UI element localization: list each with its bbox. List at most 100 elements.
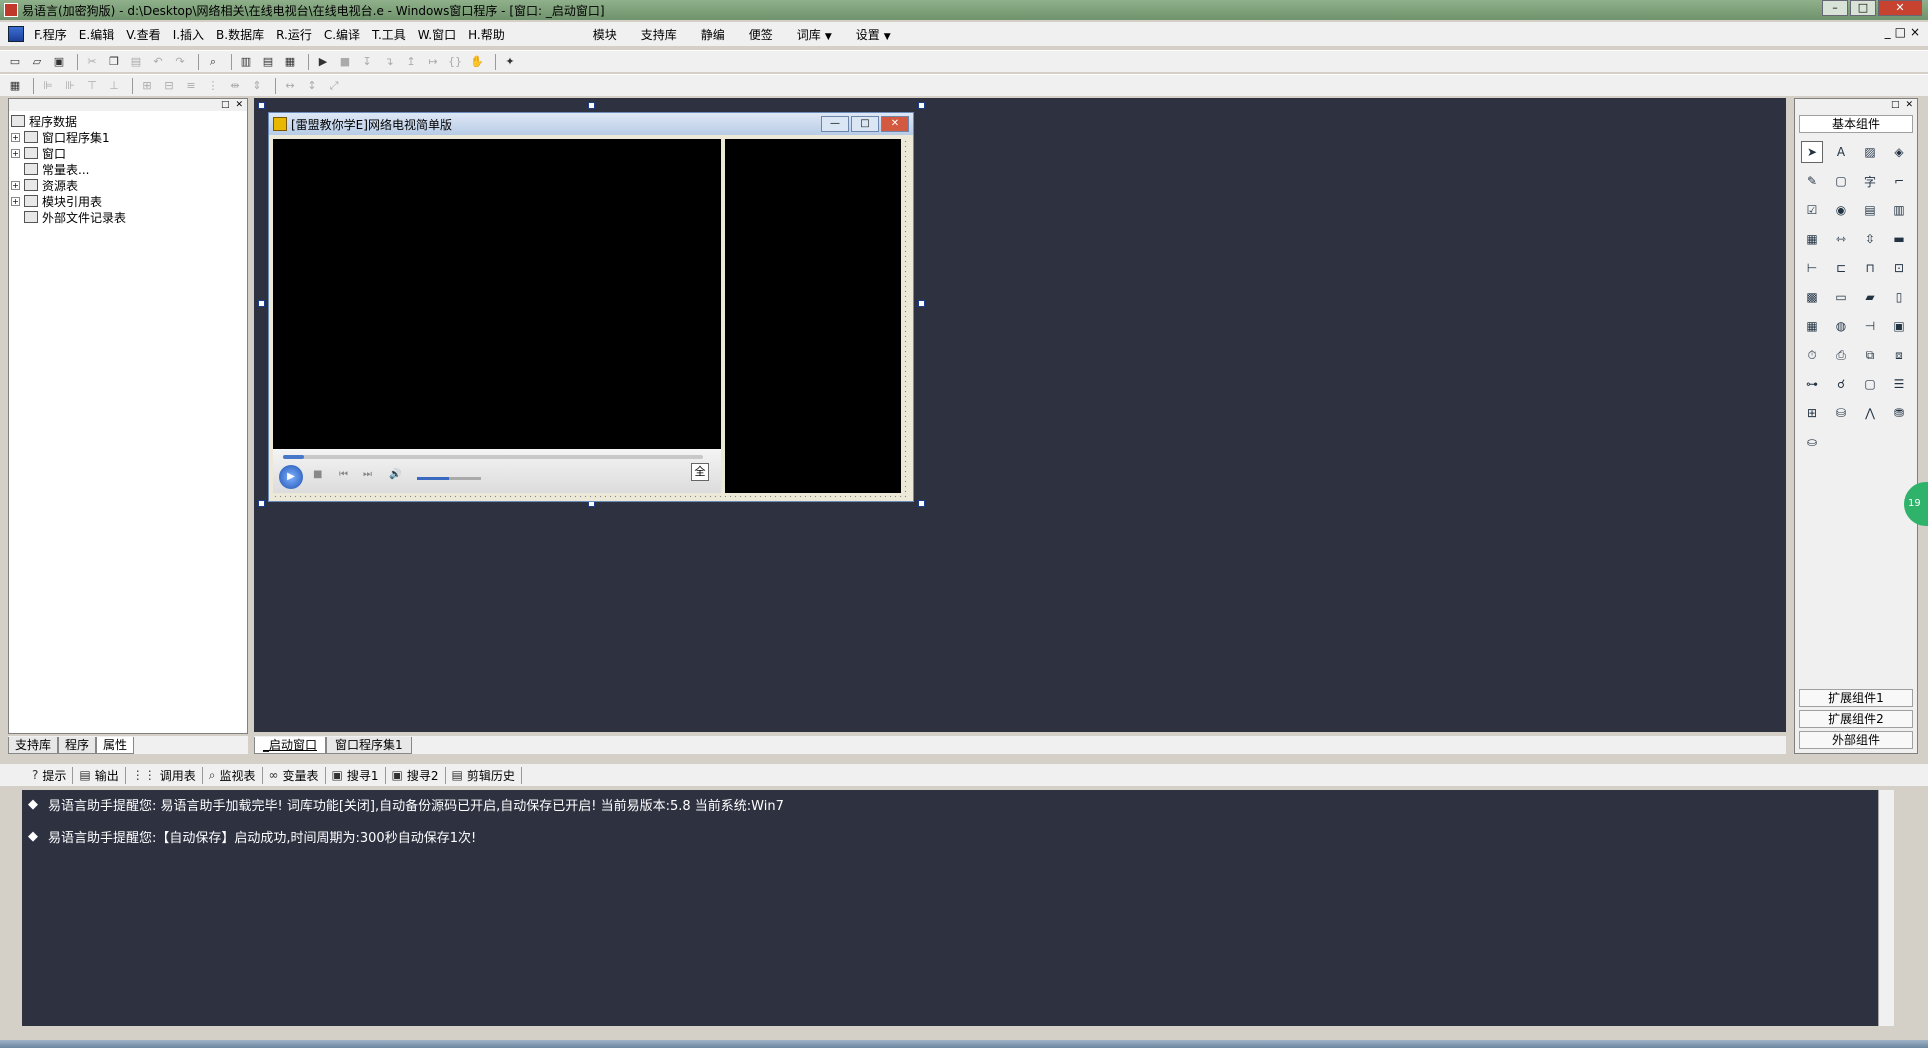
tab-hints[interactable]: ? 提示	[26, 766, 74, 784]
tree-node-program-data[interactable]: 程序数据	[11, 113, 245, 129]
timer-icon[interactable]: ⏱	[1801, 344, 1823, 366]
pin-icon[interactable]: □	[1891, 99, 1900, 111]
printer-icon[interactable]: ⎙	[1830, 344, 1852, 366]
tree-box-icon[interactable]: ⊞	[1801, 402, 1823, 424]
run-icon[interactable]: ▶	[314, 53, 332, 71]
space-equal-icon[interactable]: ⋮	[204, 77, 222, 95]
next-icon[interactable]: ⏭	[363, 469, 372, 480]
same-width-icon[interactable]: ↔	[281, 77, 299, 95]
menu-edit[interactable]: E.编辑	[73, 26, 120, 43]
tab-variables[interactable]: ∞ 变量表	[263, 766, 326, 784]
document-icon[interactable]: ▯	[1888, 286, 1910, 308]
output-scrollbar[interactable]	[1878, 790, 1894, 1026]
cut-icon[interactable]: ✂	[83, 53, 101, 71]
menu-compile[interactable]: C.编译	[318, 26, 366, 43]
slider-icon[interactable]: ⊢	[1801, 257, 1823, 279]
checkbox-icon[interactable]: ☑	[1801, 199, 1823, 221]
menu-database[interactable]: B.数据库	[210, 26, 270, 43]
fullscreen-button[interactable]: 全	[691, 463, 709, 481]
textbox-icon[interactable]: 字	[1859, 170, 1881, 192]
client-icon[interactable]: ⧉	[1859, 344, 1881, 366]
hand-icon[interactable]: ✋	[468, 53, 486, 71]
chart-icon[interactable]: ⋀	[1859, 402, 1881, 424]
menu-static-compile[interactable]: 静编	[689, 26, 737, 43]
tab-watch[interactable]: ⌕ 监视表	[203, 766, 263, 784]
combo-box-icon[interactable]: ▤	[1859, 199, 1881, 221]
stop-icon[interactable]: ■	[313, 469, 322, 480]
open-file-icon[interactable]: ▱	[28, 53, 46, 71]
layout-bottom-icon[interactable]: ▦	[281, 53, 299, 71]
step-into-icon[interactable]: ↴	[380, 53, 398, 71]
video-player-area[interactable]	[273, 139, 721, 449]
calendar-icon[interactable]: ▩	[1801, 286, 1823, 308]
shape-icon[interactable]: ◈	[1888, 141, 1910, 163]
tree-node-module-refs[interactable]: + 模块引用表	[11, 193, 245, 209]
menu-module[interactable]: 模块	[581, 26, 629, 43]
tree-node-external-files[interactable]: 外部文件记录表	[11, 209, 245, 225]
menu-program[interactable]: F.程序	[28, 26, 73, 43]
expand-icon[interactable]: +	[11, 180, 20, 190]
step-over-icon[interactable]: ↧	[358, 53, 376, 71]
center-horizontal-icon[interactable]: ⊞	[138, 77, 156, 95]
volume-icon[interactable]: 🔊	[389, 469, 401, 480]
data-source-icon[interactable]: ☰	[1888, 373, 1910, 395]
tree-node-resources[interactable]: + 资源表	[11, 177, 245, 193]
database-icon[interactable]: ⛁	[1830, 402, 1852, 424]
seek-bar[interactable]	[283, 455, 703, 459]
network-icon[interactable]: ◍	[1830, 315, 1852, 337]
space-horizontal-icon[interactable]: ⇹	[226, 77, 244, 95]
scrollbar-vertical-icon[interactable]: ⇳	[1859, 228, 1881, 250]
tab-call-stack[interactable]: ⋮⋮ 调用表	[126, 766, 203, 784]
undo-icon[interactable]: ↶	[149, 53, 167, 71]
align-right-icon[interactable]: ⊪	[61, 77, 79, 95]
expand-icon[interactable]: +	[11, 196, 20, 206]
layout-left-icon[interactable]: ▥	[237, 53, 255, 71]
pointer-icon[interactable]: ➤	[1801, 141, 1823, 163]
hyperlink-icon[interactable]: ☌	[1830, 373, 1852, 395]
resize-handle[interactable]	[588, 102, 595, 109]
breakpoint-icon[interactable]: {}	[446, 53, 464, 71]
odbc-icon[interactable]: ⛃	[1888, 402, 1910, 424]
play-button[interactable]: ▶	[279, 465, 303, 489]
scrollbar-horizontal-icon[interactable]: ⇿	[1830, 228, 1852, 250]
align-bottom-icon[interactable]: ⊥	[105, 77, 123, 95]
mdi-minimize-button[interactable]: _	[1885, 25, 1891, 39]
animation-box-icon[interactable]: ⊡	[1888, 257, 1910, 279]
tab-properties[interactable]: 属性	[96, 736, 135, 754]
space-vertical-icon[interactable]: ⇕	[248, 77, 266, 95]
label-icon[interactable]: A	[1830, 141, 1852, 163]
list-box-icon[interactable]: ▥	[1888, 199, 1910, 221]
tab-clipboard-history[interactable]: ▤ 剪辑历史	[446, 766, 522, 784]
close-icon[interactable]: ✕	[1905, 99, 1913, 111]
form-minimize-button[interactable]: —	[821, 116, 849, 132]
close-button[interactable]: ✕	[1878, 0, 1922, 16]
run-to-cursor-icon[interactable]: ↦	[424, 53, 442, 71]
grid-icon[interactable]: ▦	[6, 77, 24, 95]
tree-node-window[interactable]: + 窗口	[11, 145, 245, 161]
odbc-db-icon[interactable]: ⛀	[1801, 431, 1823, 453]
resize-handle[interactable]	[258, 102, 265, 109]
splitter-icon[interactable]: ⊣	[1859, 315, 1881, 337]
button-icon[interactable]: ▭	[1830, 286, 1852, 308]
resize-handle[interactable]	[918, 102, 925, 109]
resize-handle[interactable]	[918, 500, 925, 507]
mdi-restore-button[interactable]: □	[1895, 25, 1906, 39]
menu-view[interactable]: V.查看	[120, 26, 166, 43]
menu-support-lib[interactable]: 支持库	[629, 26, 689, 43]
form-body[interactable]: ▶ ■ ⏮ ⏭ 🔊 全	[273, 139, 909, 501]
menu-window[interactable]: W.窗口	[412, 26, 462, 43]
save-icon[interactable]: ▣	[50, 53, 68, 71]
expand-icon[interactable]: +	[11, 132, 20, 142]
tab-control-icon[interactable]: ⊏	[1830, 257, 1852, 279]
picture-list-icon[interactable]: ▦	[1801, 228, 1823, 250]
progress-bar-icon[interactable]: ▬	[1888, 228, 1910, 250]
form-close-button[interactable]: ✕	[881, 116, 909, 132]
menu-tools[interactable]: T.工具	[366, 26, 412, 43]
window-frame-icon[interactable]: ▢	[1859, 373, 1881, 395]
menu-help[interactable]: H.帮助	[462, 26, 511, 43]
tree-node-window-assembly[interactable]: + 窗口程序集1	[11, 129, 245, 145]
expand-icon[interactable]: +	[11, 148, 20, 158]
redo-icon[interactable]: ↷	[171, 53, 189, 71]
extension-components-1[interactable]: 扩展组件1	[1799, 689, 1913, 707]
step-out-icon[interactable]: ↥	[402, 53, 420, 71]
